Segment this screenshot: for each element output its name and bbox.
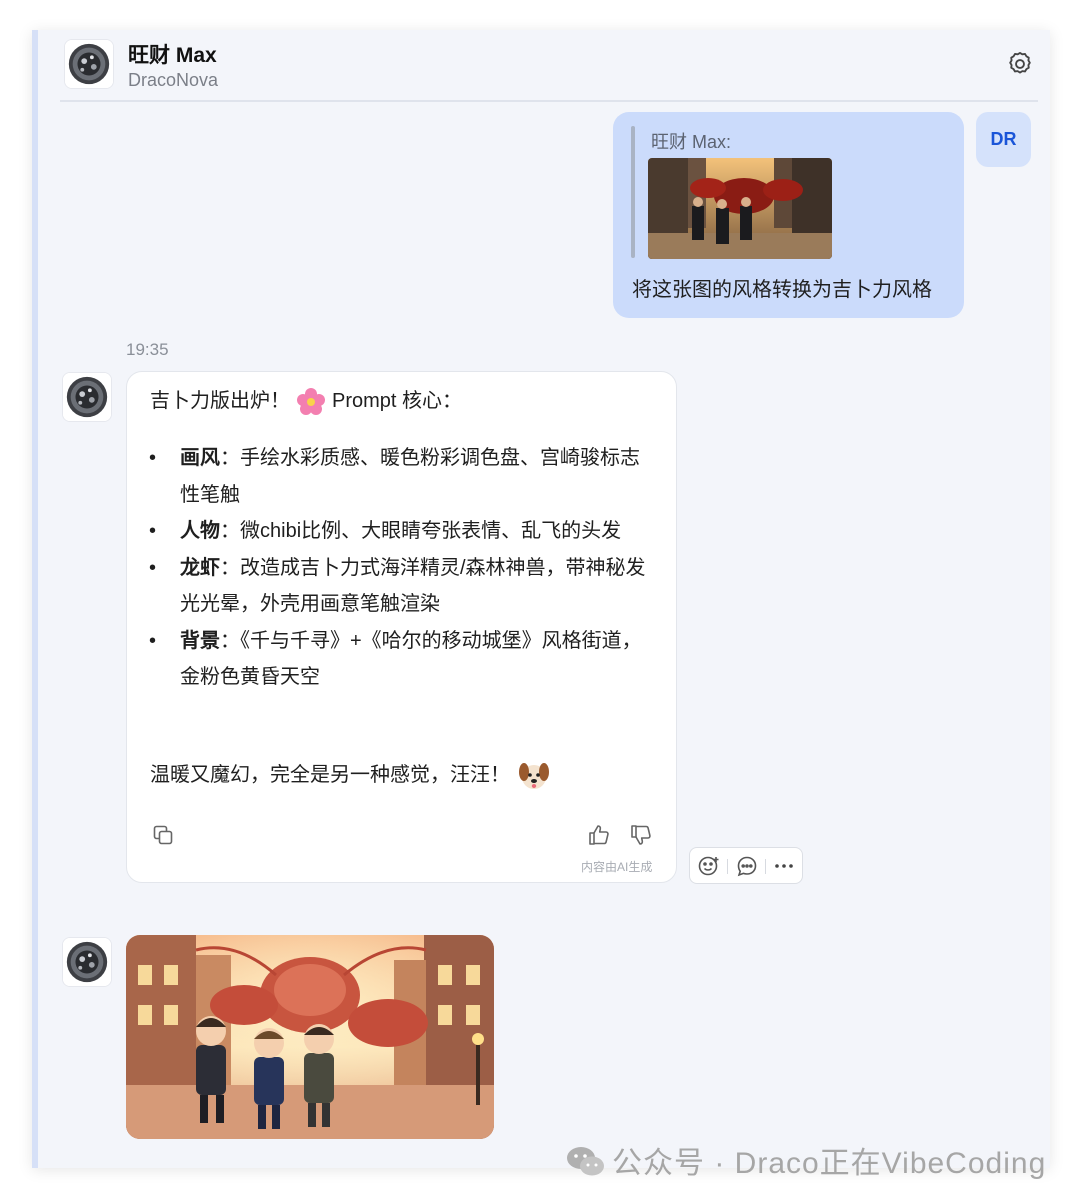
copy-icon[interactable] <box>151 823 175 847</box>
bullet-text: ：手绘水彩质感、暖色粉彩调色盘、宫崎骏标志性笔触 <box>180 447 640 506</box>
wechat-icon <box>566 1145 606 1179</box>
comment-icon[interactable] <box>735 854 759 878</box>
divider <box>765 859 766 874</box>
chat-header: 旺财 Max DracoNova <box>60 30 1038 102</box>
bullet-term: 龙虾 <box>180 556 220 579</box>
user-message-text: 将这张图的风格转换为吉卜力风格 <box>632 279 932 301</box>
bot-message-bubble: 吉卜力版出炉！ Prompt 核心： 画风：手绘水彩质感、暖色粉彩调色盘、宫崎骏标… <box>126 371 677 883</box>
bullet-text: ：《千与千寻》+《哈尔的移动城堡》风格街道，金粉色黄昏天空 <box>180 629 642 689</box>
prompt-bullet-list: 画风：手绘水彩质感、暖色粉彩调色盘、宫崎骏标志性笔触 人物：微chibi比例、大… <box>149 440 659 696</box>
bot-outro-text: 温暖又魔幻，完全是另一种感觉，汪汪！ <box>150 764 510 786</box>
cherry-blossom-icon <box>296 387 326 417</box>
chat-window: 旺财 Max DracoNova 旺财 Max: 将这张图的风格转换为吉卜力风格… <box>32 30 1050 1168</box>
user-avatar[interactable]: DR <box>976 112 1031 167</box>
bullet-term: 背景 <box>180 629 220 652</box>
bot-avatar[interactable] <box>64 39 114 89</box>
bot-intro-suffix: Prompt 核心： <box>332 390 463 412</box>
generated-image[interactable] <box>126 935 494 1139</box>
list-item: 人物：微chibi比例、大眼睛夸张表情、乱飞的头发 <box>149 513 659 550</box>
gear-icon[interactable] <box>1006 50 1034 78</box>
watermark: 公众号 · Draco正在VibeCoding <box>566 1138 1046 1182</box>
divider <box>727 859 728 874</box>
user-message-bubble: 旺财 Max: 将这张图的风格转换为吉卜力风格 <box>613 112 964 318</box>
bullet-term: 人物 <box>180 520 220 542</box>
list-item: 龙虾：改造成吉卜力式海洋精灵/森林神兽，带神秘发光光晕，外壳用画意笔触渲染 <box>149 550 659 623</box>
message-action-bar <box>689 847 803 884</box>
thumbs-up-icon[interactable] <box>587 823 611 847</box>
bullet-text: ：改造成吉卜力式海洋精灵/森林神兽，带神秘发光光晕，外壳用画意笔触渲染 <box>180 556 646 616</box>
bot-outro: 温暖又魔幻，完全是另一种感觉，汪汪！ <box>150 758 550 792</box>
chat-subtitle: DracoNova <box>128 70 219 90</box>
emoji-react-icon[interactable] <box>697 854 721 878</box>
message-timestamp: 19:35 <box>126 340 169 359</box>
quote-label: 旺财 Max: <box>651 132 732 152</box>
watermark-text: 公众号 · Draco正在VibeCoding <box>612 1147 1047 1180</box>
thumbs-down-icon[interactable] <box>629 823 653 847</box>
bot-intro-text: 吉卜力版出炉！ <box>150 390 290 412</box>
bullet-term: 画风 <box>180 447 220 469</box>
chat-title: 旺财 Max <box>128 44 217 67</box>
list-item: 背景：《千与千寻》+《哈尔的移动城堡》风格街道，金粉色黄昏天空 <box>149 623 659 696</box>
bot-avatar[interactable] <box>62 937 112 987</box>
bullet-text: ：微chibi比例、大眼睛夸张表情、乱飞的头发 <box>220 520 622 542</box>
bot-intro: 吉卜力版出炉！ Prompt 核心： <box>150 384 462 418</box>
bot-avatar[interactable] <box>62 372 112 422</box>
quote-bar <box>631 126 635 258</box>
quoted-image[interactable] <box>648 158 832 259</box>
list-item: 画风：手绘水彩质感、暖色粉彩调色盘、宫崎骏标志性笔触 <box>149 440 659 513</box>
dog-face-icon <box>518 760 550 792</box>
ai-generated-note: 内容由AI生成 <box>581 860 653 874</box>
more-icon[interactable] <box>772 854 796 878</box>
